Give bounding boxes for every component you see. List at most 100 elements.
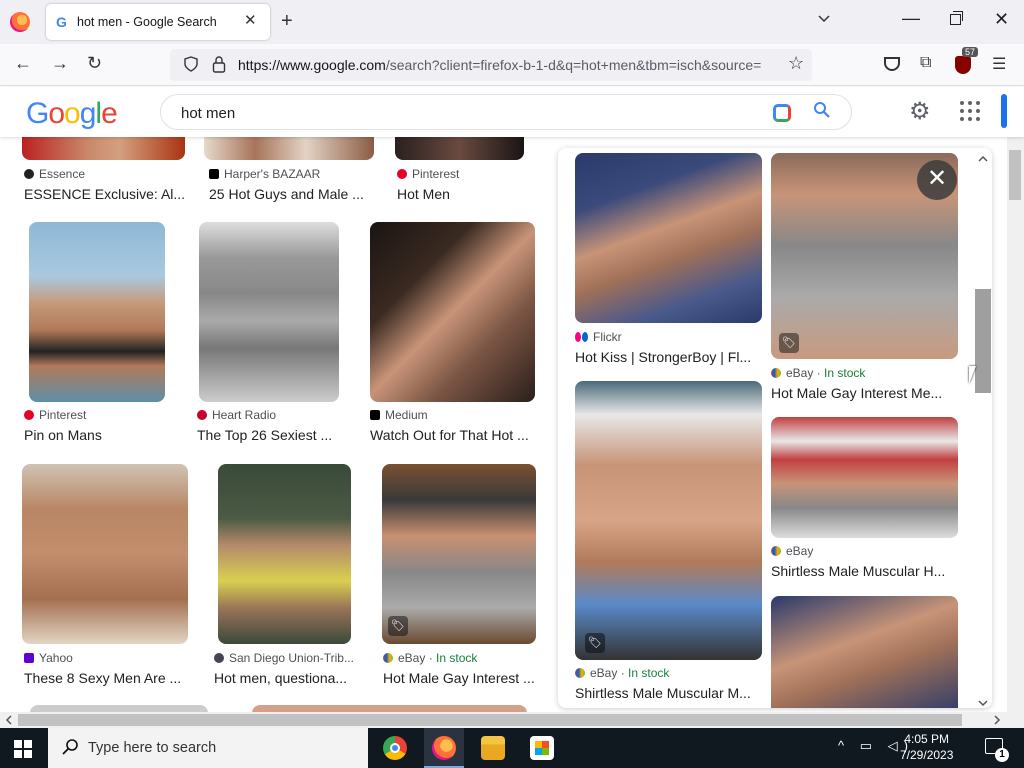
- restore-button[interactable]: [950, 11, 963, 25]
- source-name: Yahoo: [39, 651, 73, 665]
- result-source[interactable]: Flickr: [575, 330, 622, 344]
- lock-icon[interactable]: [212, 55, 226, 73]
- panel-result-image[interactable]: [575, 153, 762, 323]
- page-vertical-scrollbar[interactable]: [1007, 137, 1024, 712]
- windows-start-icon[interactable]: [14, 740, 32, 758]
- scroll-right-icon[interactable]: [992, 715, 1002, 725]
- pocket-icon[interactable]: [884, 57, 900, 71]
- bookmark-star-icon[interactable]: ☆: [788, 53, 804, 74]
- result-image[interactable]: [395, 137, 524, 160]
- back-button[interactable]: ←: [14, 53, 32, 74]
- firefox-taskbar-button[interactable]: [424, 728, 464, 768]
- result-source[interactable]: Yahoo: [24, 651, 73, 665]
- panel-scrollbar[interactable]: [975, 154, 991, 708]
- firefox-icon[interactable]: [10, 12, 30, 32]
- store-taskbar-icon[interactable]: [530, 736, 554, 760]
- panel-result-image[interactable]: [771, 596, 958, 708]
- scroll-up-icon[interactable]: [978, 154, 988, 164]
- result-title[interactable]: ESSENCE Exclusive: Al...: [24, 186, 184, 202]
- page-vertical-scrollbar-thumb[interactable]: [1009, 150, 1021, 200]
- url-bar[interactable]: https://www.google.com/search?client=fir…: [170, 49, 812, 81]
- page-horizontal-scrollbar-thumb[interactable]: [18, 714, 962, 726]
- result-source[interactable]: eBay · In stock: [575, 666, 669, 680]
- result-source[interactable]: Heart Radio: [197, 408, 276, 422]
- stock-separator: ·: [425, 651, 437, 665]
- close-panel-button[interactable]: ✕: [917, 160, 957, 200]
- reload-button[interactable]: ↻: [87, 53, 102, 74]
- result-image[interactable]: [252, 705, 527, 712]
- result-title[interactable]: Pin on Mans: [24, 427, 194, 443]
- source-favicon-icon: [370, 410, 380, 420]
- result-title[interactable]: Hot Men: [397, 186, 537, 202]
- ublock-extension-icon[interactable]: [955, 56, 971, 74]
- result-image[interactable]: [22, 464, 188, 644]
- extensions-icon[interactable]: ⧉: [920, 54, 931, 72]
- result-source[interactable]: Essence: [24, 167, 85, 181]
- mouse-cursor: [969, 366, 976, 384]
- new-tab-button[interactable]: +: [281, 10, 293, 33]
- tab-close-icon[interactable]: ✕: [244, 11, 257, 29]
- result-title[interactable]: Shirtless Male Muscular M...: [575, 685, 755, 701]
- result-image[interactable]: [370, 222, 535, 402]
- minimize-button[interactable]: —: [902, 8, 920, 29]
- result-title[interactable]: Hot men, questiona...: [214, 670, 354, 686]
- search-icon[interactable]: [813, 101, 831, 119]
- taskbar-clock[interactable]: 4:05 PM 7/29/2023: [900, 731, 953, 763]
- tracking-shield-icon[interactable]: [184, 56, 198, 72]
- panel-result-image[interactable]: [771, 417, 958, 538]
- result-image[interactable]: [30, 705, 208, 712]
- url-text[interactable]: https://www.google.com/search?client=fir…: [238, 57, 778, 73]
- result-source[interactable]: Harper's BAZAAR: [209, 167, 320, 181]
- source-favicon-icon: [197, 410, 207, 420]
- source-favicon-icon: [771, 368, 781, 378]
- browser-tab[interactable]: G hot men - Google Search ✕: [46, 4, 270, 40]
- result-title[interactable]: Shirtless Male Muscular H...: [771, 563, 951, 579]
- google-lens-icon[interactable]: [773, 104, 791, 122]
- result-image[interactable]: [218, 464, 351, 644]
- scroll-down-icon[interactable]: [978, 698, 988, 708]
- sign-in-button-edge[interactable]: [1001, 94, 1007, 128]
- result-image[interactable]: [199, 222, 339, 402]
- result-title[interactable]: Hot Male Gay Interest Me...: [771, 385, 951, 401]
- result-image[interactable]: [204, 137, 374, 160]
- result-source[interactable]: eBay: [771, 544, 813, 558]
- source-name: eBay: [398, 651, 426, 665]
- result-image[interactable]: 🏷: [382, 464, 536, 644]
- search-box[interactable]: hot men: [160, 94, 852, 130]
- result-source[interactable]: Pinterest: [24, 408, 86, 422]
- result-image[interactable]: [29, 222, 165, 402]
- source-favicon-icon: [771, 546, 781, 556]
- chrome-taskbar-icon[interactable]: [383, 736, 407, 760]
- taskbar-search-box[interactable]: Type here to search: [48, 728, 368, 768]
- result-source[interactable]: eBay · In stock: [383, 651, 477, 665]
- notification-badge: 1: [995, 748, 1009, 762]
- settings-gear-icon[interactable]: ⚙: [909, 97, 931, 126]
- google-logo[interactable]: Google: [26, 97, 118, 131]
- result-title[interactable]: These 8 Sexy Men Are ...: [24, 670, 189, 686]
- panel-result-image[interactable]: 🏷: [575, 381, 762, 660]
- window-close-button[interactable]: ✕: [994, 9, 1009, 30]
- logo-letter: e: [101, 97, 118, 130]
- result-title[interactable]: The Top 26 Sexiest ...: [197, 427, 362, 443]
- list-tabs-chevron-icon[interactable]: [817, 12, 831, 26]
- result-title[interactable]: Hot Kiss | StrongerBoy | Fl...: [575, 349, 755, 365]
- stock-status: In stock: [824, 366, 866, 380]
- forward-button[interactable]: →: [51, 53, 69, 74]
- tab-title: hot men - Google Search: [77, 15, 217, 29]
- result-title[interactable]: Hot Male Gay Interest ...: [383, 670, 538, 686]
- source-favicon-icon: [575, 332, 581, 342]
- app-menu-button[interactable]: ☰: [992, 54, 1006, 74]
- scroll-left-icon[interactable]: [4, 715, 14, 725]
- search-input[interactable]: hot men: [181, 105, 235, 122]
- result-source[interactable]: eBay · In stock: [771, 366, 865, 380]
- google-apps-icon[interactable]: [960, 101, 980, 121]
- windows-taskbar: Type here to search ^ ▭ ◁) 4:05 PM 7/29/…: [0, 728, 1024, 768]
- result-title[interactable]: Watch Out for That Hot ...: [370, 427, 535, 443]
- panel-scrollbar-thumb[interactable]: [975, 289, 991, 393]
- file-explorer-taskbar-icon[interactable]: [481, 736, 505, 760]
- result-title[interactable]: 25 Hot Guys and Male ...: [209, 186, 369, 202]
- result-source[interactable]: San Diego Union-Trib...: [214, 651, 354, 665]
- result-source[interactable]: Pinterest: [397, 167, 459, 181]
- result-source[interactable]: Medium: [370, 408, 428, 422]
- result-image[interactable]: [22, 137, 185, 160]
